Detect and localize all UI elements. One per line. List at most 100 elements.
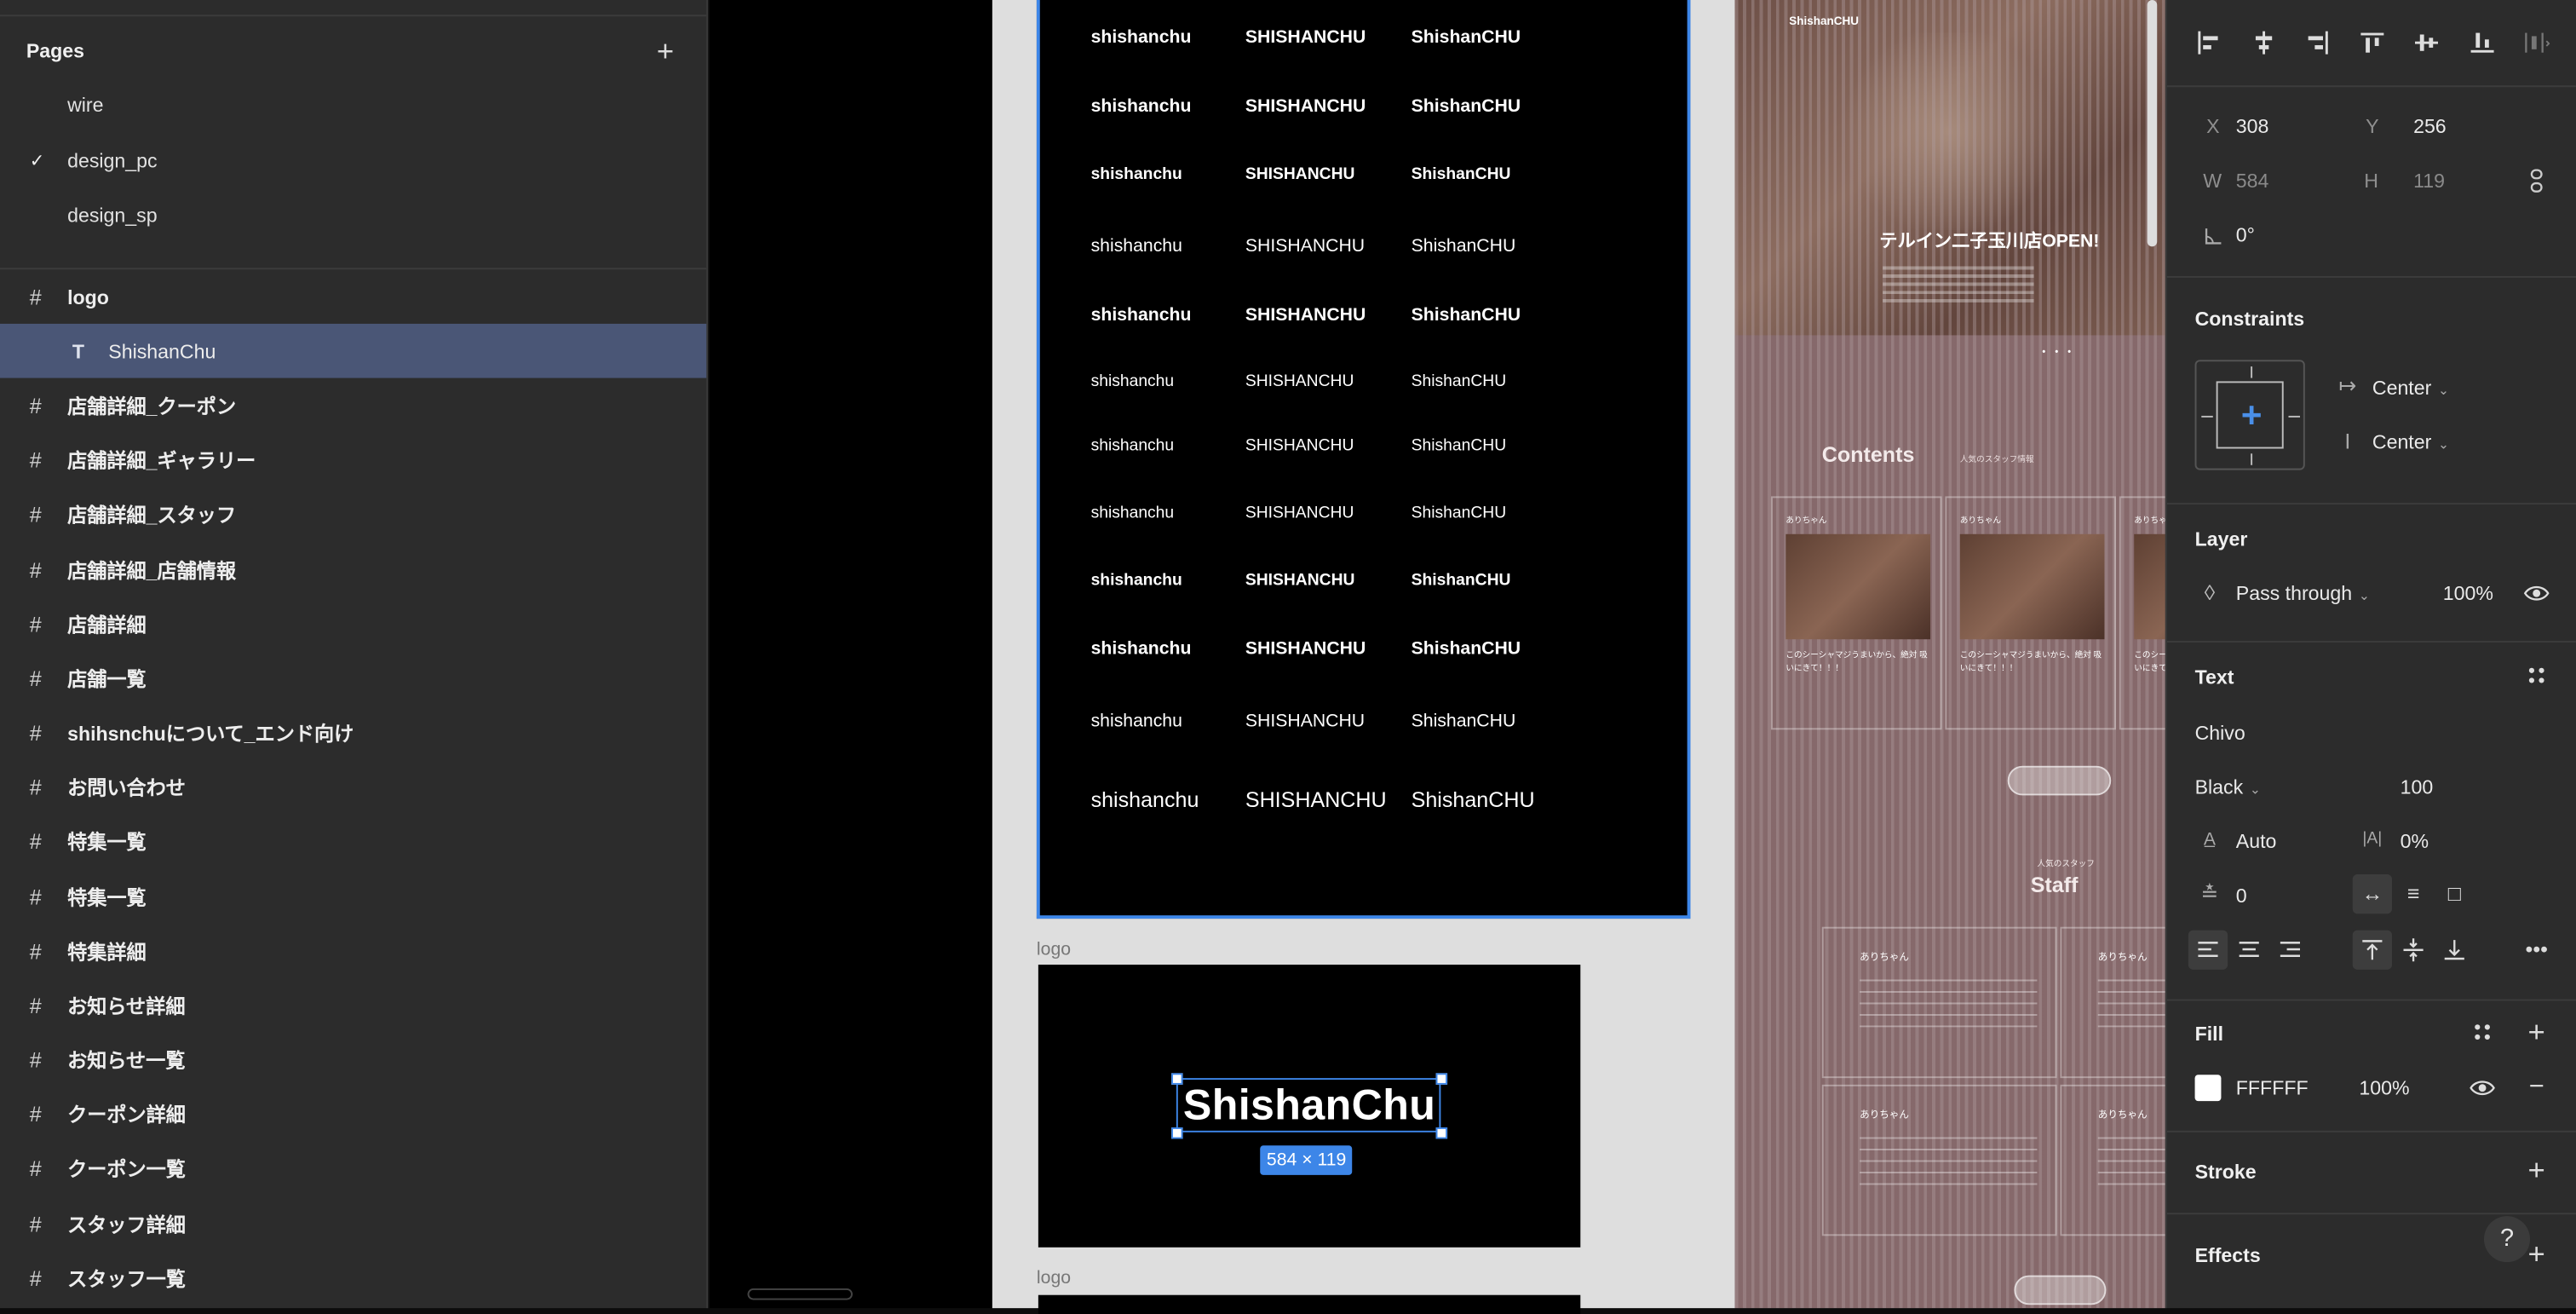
font-sample-text[interactable]: shishanchu (1091, 639, 1192, 659)
font-sample-row[interactable]: shishanchu SHISHANCHU ShishanCHU (1040, 504, 1694, 531)
auto-width-icon[interactable]: ↔ (2359, 881, 2385, 908)
align-horizontal-center-icon[interactable] (2251, 30, 2277, 56)
font-sample-row[interactable]: shishanchu SHISHANCHU ShishanCHU (1040, 639, 1694, 666)
font-sample-text[interactable]: SHISHANCHU (1245, 373, 1354, 391)
layer-frame[interactable]: # お知らせ一覧 (0, 1032, 706, 1086)
page-item-design-sp[interactable]: design_sp (0, 187, 706, 242)
font-sample-text[interactable]: SHISHANCHU (1245, 787, 1387, 812)
vertical-constraint-select[interactable]: Center ⌄ (2372, 430, 2449, 453)
paragraph-spacing-input[interactable]: 0 (2236, 885, 2247, 908)
more-options-icon[interactable]: ••• (2523, 937, 2550, 963)
auto-height-icon[interactable]: ≡ (2401, 881, 2427, 908)
logo-frame[interactable]: ShishanChu 584 × 119 (1038, 965, 1581, 1248)
font-sample-row[interactable]: shishanchu SHISHANCHU ShishanCHU (1040, 373, 1694, 400)
horizontal-scrollbar[interactable] (747, 1288, 853, 1300)
font-size-input[interactable]: 100 (2401, 775, 2434, 798)
font-sample-text[interactable]: ShishanCHU (1412, 306, 1521, 326)
font-sample-text[interactable]: shishanchu (1091, 373, 1175, 391)
font-sample-row[interactable]: shishanchu SHISHANCHU ShishanCHU (1040, 572, 1694, 598)
font-sample-row[interactable]: shishanchu SHISHANCHU ShishanCHU (1040, 787, 1694, 814)
constraints-widget[interactable]: + (2194, 360, 2305, 470)
font-sample-frame[interactable]: shishanchu SHISHANCHU ShishanCHU shishanchu… (1036, 0, 1694, 919)
vertical-align-bottom-icon[interactable] (2441, 937, 2468, 963)
font-sample-text[interactable]: shishanchu (1091, 787, 1199, 812)
layer-frame[interactable]: # お知らせ詳細 (0, 977, 706, 1032)
fill-opacity-input[interactable]: 100% (2359, 1076, 2409, 1099)
font-sample-text[interactable]: SHISHANCHU (1245, 712, 1365, 731)
distribute-icon[interactable] (2523, 30, 2550, 56)
canvas-background[interactable] (710, 0, 992, 1309)
vertical-align-middle-icon[interactable] (2401, 937, 2427, 963)
align-bottom-icon[interactable] (2470, 30, 2496, 56)
layer-frame[interactable]: # 特集一覧 (0, 869, 706, 924)
eye-icon[interactable] (2523, 580, 2550, 607)
layer-frame[interactable]: # shihsnchuについて_エンド向け (0, 705, 706, 759)
font-sample-text[interactable]: shishanchu (1091, 504, 1175, 522)
align-top-icon[interactable] (2359, 30, 2385, 56)
layer-frame[interactable]: # 店舗詳細_スタッフ (0, 487, 706, 541)
layer-frame[interactable]: # お問い合わせ (0, 759, 706, 814)
layer-frame[interactable]: # 店舗詳細_店舗情報 (0, 542, 706, 596)
layer-frame[interactable]: # 店舗一覧 (0, 651, 706, 706)
font-sample-text[interactable]: ShishanCHU (1412, 373, 1506, 391)
font-sample-text[interactable]: ShishanCHU (1412, 166, 1511, 184)
horizontal-constraint-select[interactable]: Center ⌄ (2372, 377, 2449, 400)
font-sample-text[interactable]: shishanchu (1091, 437, 1175, 455)
font-sample-row[interactable]: shishanchu SHISHANCHU ShishanCHU (1040, 712, 1694, 738)
font-sample-text[interactable]: SHISHANCHU (1245, 639, 1366, 659)
layer-frame[interactable]: # 店舗詳細_クーポン (0, 378, 706, 433)
font-sample-row[interactable]: shishanchu SHISHANCHU ShishanCHU (1040, 306, 1694, 332)
font-sample-text[interactable]: SHISHANCHU (1245, 437, 1354, 455)
font-sample-row[interactable]: shishanchu SHISHANCHU ShishanCHU (1040, 97, 1694, 124)
font-sample-text[interactable]: SHISHANCHU (1245, 28, 1366, 48)
constraint-bottom[interactable] (2251, 453, 2253, 465)
fill-hex-input[interactable]: FFFFFF (2236, 1076, 2309, 1099)
font-sample-text[interactable]: ShishanCHU (1412, 712, 1516, 731)
vertical-align-top-icon[interactable] (2359, 937, 2385, 963)
text-align-left-icon[interactable] (2195, 937, 2222, 963)
font-sample-row[interactable]: shishanchu SHISHANCHU ShishanCHU (1040, 28, 1694, 55)
fixed-size-icon[interactable]: □ (2441, 881, 2468, 908)
page-item-wire[interactable]: wire (0, 78, 706, 132)
font-sample-text[interactable]: SHISHANCHU (1245, 306, 1366, 326)
blend-mode-select[interactable]: Pass through ⌄ (2236, 582, 2370, 605)
layer-frame[interactable]: # スタッフ一覧 (0, 1251, 706, 1305)
font-sample-text[interactable]: ShishanCHU (1412, 437, 1506, 455)
font-sample-text[interactable]: ShishanCHU (1412, 572, 1511, 590)
font-sample-text[interactable]: shishanchu (1091, 306, 1192, 326)
layer-frame[interactable]: # クーポン詳細 (0, 1086, 706, 1141)
resize-handle[interactable] (1171, 1073, 1183, 1085)
font-sample-text[interactable]: ShishanCHU (1412, 97, 1521, 117)
font-style-select[interactable]: Black ⌄ (2195, 775, 2261, 798)
font-sample-text[interactable]: SHISHANCHU (1245, 504, 1354, 522)
font-sample-text[interactable]: shishanchu (1091, 28, 1192, 48)
letter-spacing-input[interactable]: 0% (2401, 830, 2429, 853)
text-align-right-icon[interactable] (2277, 937, 2303, 963)
font-sample-text[interactable]: ShishanCHU (1412, 28, 1521, 48)
layer-frame[interactable]: # 店舗詳細_ギャラリー (0, 432, 706, 487)
text-align-center-icon[interactable] (2236, 937, 2263, 963)
constrain-proportions-icon[interactable] (2523, 168, 2550, 194)
resize-handle[interactable] (1171, 1127, 1183, 1139)
constraint-left[interactable] (2201, 415, 2213, 418)
x-input[interactable]: 308 (2236, 115, 2269, 138)
design-preview-frame[interactable]: ShishanCHU テルイン二子玉川店OPEN! • • • Contents… (1734, 0, 2165, 1309)
resize-handle[interactable] (1435, 1073, 1448, 1085)
layer-text-shishanchu[interactable]: T ShishanChu (0, 323, 707, 378)
w-input[interactable]: 584 (2236, 170, 2269, 193)
layer-frame-logo[interactable]: # logo (0, 269, 706, 324)
add-fill-button[interactable]: + (2523, 1017, 2550, 1047)
font-sample-text[interactable]: shishanchu (1091, 237, 1182, 256)
h-input[interactable]: 119 (2413, 170, 2445, 193)
vertical-scrollbar[interactable] (2147, 0, 2158, 247)
remove-fill-button[interactable]: − (2523, 1074, 2550, 1101)
align-vertical-center-icon[interactable] (2413, 30, 2440, 56)
font-sample-row[interactable]: shishanchu SHISHANCHU ShishanCHU (1040, 166, 1694, 193)
layer-frame[interactable]: # クーポン一覧 (0, 1140, 706, 1195)
font-sample-text[interactable]: SHISHANCHU (1245, 97, 1366, 117)
layer-frame[interactable]: # スタッフ詳細 (0, 1196, 706, 1251)
constraint-top[interactable] (2251, 366, 2253, 378)
add-stroke-button[interactable]: + (2523, 1156, 2550, 1185)
rotation-input[interactable]: 0° (2236, 223, 2255, 246)
logo-frame-2[interactable] (1038, 1294, 1581, 1314)
